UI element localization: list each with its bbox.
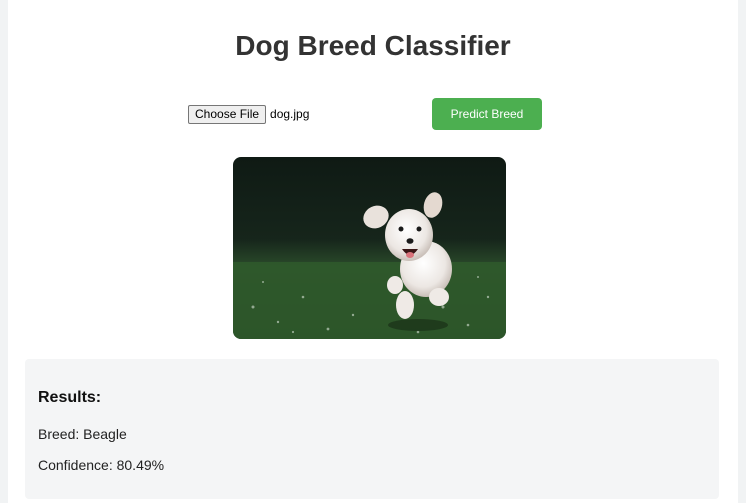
page-title: Dog Breed Classifier xyxy=(235,30,511,61)
predict-breed-button[interactable]: Predict Breed xyxy=(432,98,542,130)
breed-result: Breed: Beagle xyxy=(38,426,127,442)
selected-file-name: dog.jpg xyxy=(270,107,310,121)
file-input[interactable]: Choose File dog.jpg xyxy=(188,104,309,124)
dog-photo-icon xyxy=(233,157,506,339)
results-panel: Results: Breed: Beagle Confidence: 80.49… xyxy=(25,359,719,499)
dog-image-preview xyxy=(233,157,506,339)
page-container: Dog Breed Classifier Choose File dog.jpg… xyxy=(8,0,738,503)
choose-file-button[interactable]: Choose File xyxy=(188,104,267,124)
results-heading: Results: xyxy=(38,389,102,406)
confidence-result: Confidence: 80.49% xyxy=(38,457,165,473)
